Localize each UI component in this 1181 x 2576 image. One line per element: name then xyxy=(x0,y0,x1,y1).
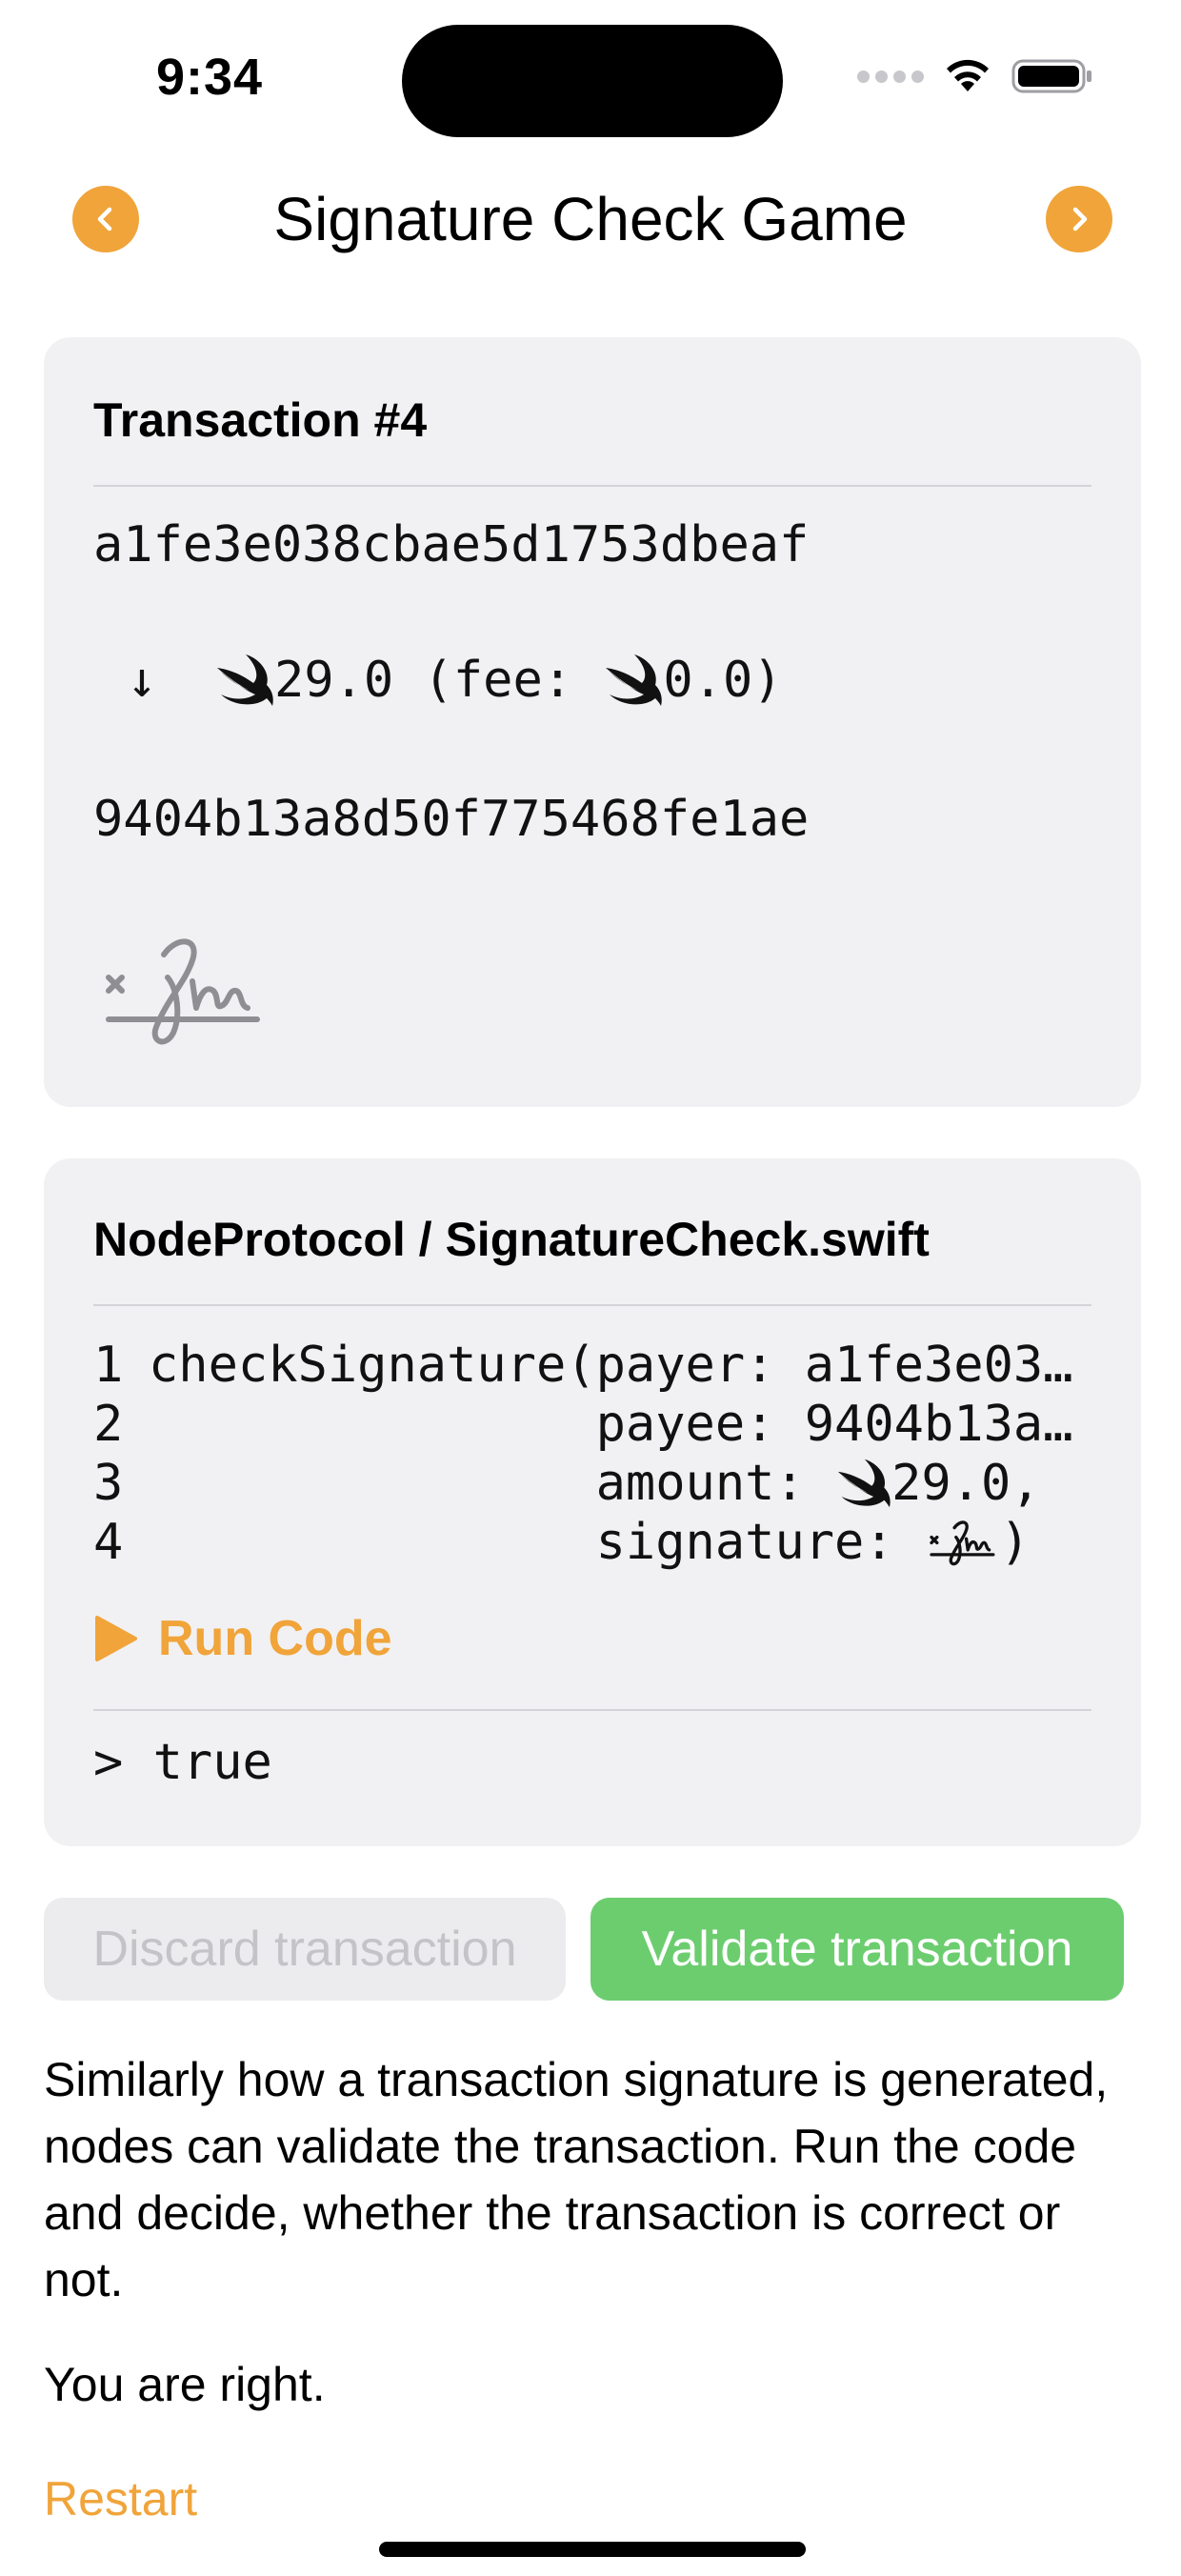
payee-address: 9404b13a8d50f775468fe1ae xyxy=(93,791,810,848)
line-number: 1 xyxy=(93,1337,124,1394)
signature-icon xyxy=(106,938,260,1045)
transaction-card: Transaction #4 a1fe3e038cbae5d1753dbeaf … xyxy=(44,337,1141,1107)
code-text: ) xyxy=(999,1514,1031,1571)
discard-transaction-button[interactable]: Discard transaction xyxy=(44,1898,566,2001)
signal-dots-icon xyxy=(857,70,924,83)
wifi-icon xyxy=(947,59,989,91)
line-number: 3 xyxy=(93,1455,124,1512)
code-output: > true xyxy=(93,1734,272,1791)
fee-label: (fee: xyxy=(393,652,603,709)
description-text: Similarly how a transaction signature is… xyxy=(44,2053,1109,2306)
line-number: 4 xyxy=(93,1514,124,1571)
code-divider xyxy=(93,1304,1091,1306)
status-icons xyxy=(857,57,1093,95)
chevron-right-icon xyxy=(1072,207,1088,231)
code-card: NodeProtocol / SignatureCheck.swift 1 che… xyxy=(44,1158,1141,1846)
amount-row: ↓ 29.0 (fee: 0.0) xyxy=(93,652,783,709)
code-text: amount: xyxy=(149,1455,835,1512)
play-icon xyxy=(95,1616,137,1661)
page-title: Signature Check Game xyxy=(273,185,908,253)
next-button[interactable] xyxy=(1046,186,1112,252)
fee-value: 0.0) xyxy=(663,652,783,709)
code-text: payee: 9404b13a… xyxy=(149,1396,1073,1453)
swift-icon xyxy=(606,654,663,706)
code-text: signature: xyxy=(149,1514,924,1571)
code-line: 1 checkSignature(payer: a1fe3e03… xyxy=(93,1336,1073,1395)
run-code-button[interactable]: Run Code xyxy=(93,1610,392,1667)
amount-value: 29.0 xyxy=(274,652,394,709)
restart-link[interactable]: Restart xyxy=(44,2471,197,2526)
validate-transaction-button[interactable]: Validate transaction xyxy=(590,1898,1124,2001)
code-file-title: NodeProtocol / SignatureCheck.swift xyxy=(93,1213,930,1266)
status-time: 9:34 xyxy=(156,49,264,106)
code-line: 3 amount: 29.0, xyxy=(93,1454,1041,1513)
home-indicator xyxy=(379,2542,806,2557)
code-text: 29.0, xyxy=(891,1455,1041,1512)
swift-icon xyxy=(217,654,273,706)
transaction-divider xyxy=(93,485,1091,487)
transaction-title: Transaction #4 xyxy=(93,393,428,447)
down-arrow-icon: ↓ xyxy=(127,652,157,709)
result-text: You are right. xyxy=(44,2358,326,2411)
line-number: 2 xyxy=(93,1396,124,1453)
output-divider xyxy=(93,1709,1091,1711)
code-line: 2 payee: 9404b13a… xyxy=(93,1395,1073,1454)
run-code-label: Run Code xyxy=(158,1611,392,1666)
swift-icon xyxy=(837,1459,891,1508)
code-line: 4 signature: ) xyxy=(93,1513,1030,1572)
payer-address: a1fe3e038cbae5d1753dbeaf xyxy=(93,516,810,574)
code-text: checkSignature(payer: a1fe3e03… xyxy=(149,1337,1073,1394)
dynamic-island xyxy=(402,25,783,137)
signature-icon xyxy=(930,1520,995,1566)
battery-icon xyxy=(1011,59,1091,93)
